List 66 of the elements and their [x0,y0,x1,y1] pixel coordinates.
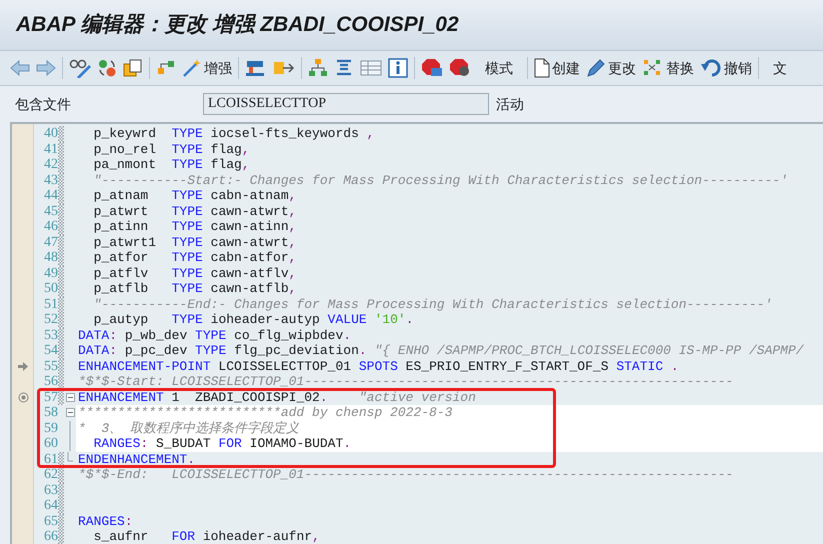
line-number: 53 [43,328,58,343]
wand-icon [182,58,202,78]
code-line: "-----------End:- Changes for Mass Processing With Characteristics selection----------' [92,296,774,312]
include-field[interactable]: LCOISSELECTTOP [203,93,489,115]
line-number: 57 [43,390,58,405]
code-line: p_atflb TYPE cawn-atflb, [92,281,298,296]
line-number: 63 [43,482,58,498]
code-line: p_atwrt TYPE cawn-atwrt, [92,204,298,219]
code-line: p_atnam TYPE cabn-atnam, [92,188,298,204]
toolbar-button[interactable]: 更改 [586,54,636,82]
line-number: 44 [43,188,58,204]
line-number: 41 [43,142,58,157]
line-number: 62 [43,467,58,482]
line-number: 40 [43,126,58,142]
line-number: 60 [43,436,58,452]
line-number: 50 [43,281,58,296]
line-number: 48 [43,250,58,266]
code-line: *$*$-End: LCOISSELECTTOP_01------------------------------------------------------- [77,467,734,482]
code-line: s_aufnr FOR ioheader-aufnr, [92,529,321,544]
code-line: DATA: p_pc_dev TYPE flg_pc_deviation. "{ ENHO /SAPMP/PROC_BTCH_LCOISSELEC000 IS-MP-PP /SAPMP/ [77,343,805,358]
code-line: ENHANCEMENT 1 ZBADI_COOISPI_02. "active version [77,390,477,405]
code-line: RANGES: [77,514,134,529]
code-line: ENHANCEMENT-POINT LCOISSELECTTOP_01 SPOTS ES_PRIO_ENTRY_F_START_OF_S STATIC . [77,358,680,374]
line-number: 59 [43,420,58,436]
undo-icon [700,58,722,78]
line-number: 58 [43,405,58,420]
code-line: ENDENHANCEMENT. [77,452,196,467]
line-number: 66 [43,529,58,544]
code-line: p_atflv TYPE cawn-atflv, [92,266,298,281]
code-line: p_atinn TYPE cawn-atinn, [92,219,298,234]
code-line: p_keywrd TYPE iocsel-fts_keywords , [92,126,376,142]
code-line: "-----------Start:- Changes for Mass Processing With Characteristics selection----------' [92,172,789,188]
line-number: 65 [43,514,58,529]
toolbar-button[interactable]: 增强 [182,54,232,82]
toolbar-button[interactable]: 文 [765,54,795,82]
code-line: p_no_rel TYPE flag, [92,142,251,157]
code-line: pa_nmont TYPE flag, [92,157,251,172]
line-number: 55 [43,358,58,374]
collapse-icon[interactable] [66,408,74,418]
code-line: DATA: p_wb_dev TYPE co_flg_wipbdev. [77,328,352,343]
code-line: *$*$-Start: LCOISSELECTTOP_01------------------------------------------------------- [77,374,734,390]
toolbar-button[interactable]: 替换 [642,54,694,82]
line-number: 49 [43,266,58,281]
line-number: 64 [43,498,58,514]
page-icon [534,58,550,78]
line-number: 46 [43,219,58,234]
status-text: 活动 [496,94,524,114]
line-number: 42 [43,157,58,172]
collapse-icon[interactable] [66,392,74,402]
field-label: 包含文件 [15,94,72,114]
code-line: p_atfor TYPE cabn-atfor, [92,250,298,266]
code-line: p_atwrt1 TYPE cawn-atwrt, [92,234,298,250]
toolbar-button[interactable]: 模式 [477,54,521,82]
line-number: 43 [43,172,58,188]
line-number: 56 [43,374,58,390]
line-number: 51 [43,296,58,312]
pencil-icon [586,58,606,78]
toolbar-button[interactable]: 创建 [534,54,580,82]
window-title: ABAP 编辑器：更改 增强 ZBADI_COOISPI_02 [16,12,459,38]
line-number: 45 [43,204,58,219]
code-line: p_autyp TYPE ioheader-autyp VALUE '10'. [92,312,415,328]
toolbar-button[interactable]: 撤销 [700,54,752,82]
line-number: 52 [43,312,58,328]
line-number: 47 [43,234,58,250]
line-number: 54 [43,343,58,358]
line-number: 61 [43,452,58,467]
